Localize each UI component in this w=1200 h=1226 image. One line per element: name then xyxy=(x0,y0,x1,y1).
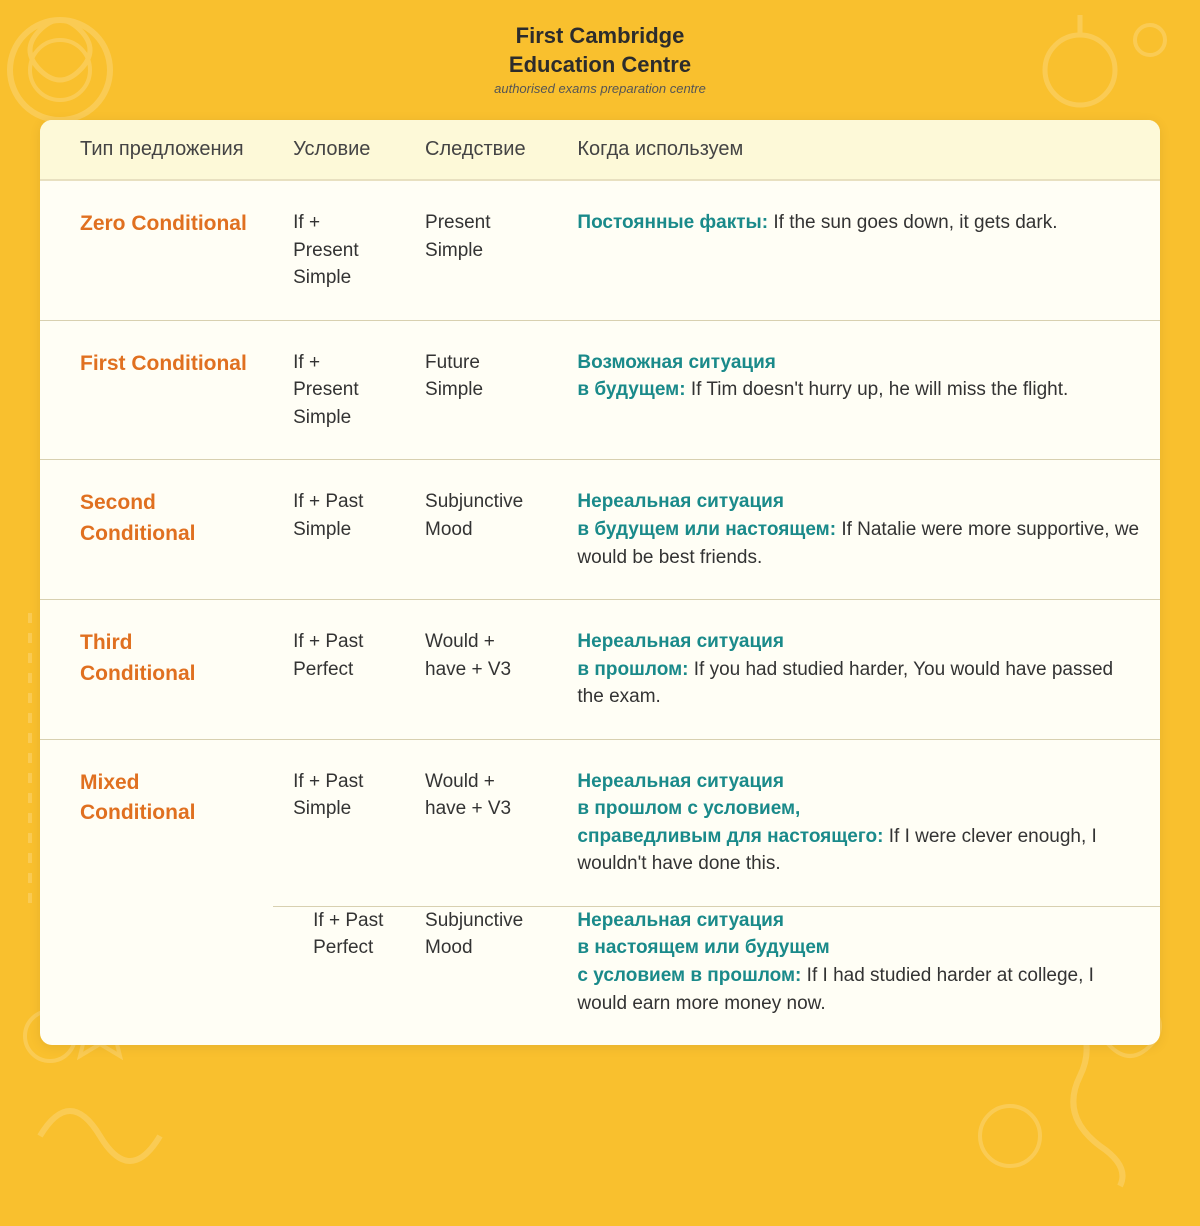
mixed-conditional-condition1: If + Past Simple xyxy=(273,739,405,906)
table-row: First Conditional If + Present Simple Fu… xyxy=(40,320,1160,460)
first-conditional-name: First Conditional xyxy=(40,320,273,460)
header-subtitle: authorised exams preparation centre xyxy=(20,81,1180,96)
page-header: First Cambridge Education Centre authori… xyxy=(0,0,1200,110)
table-header-row: Тип предложения Условие Следствие Когда … xyxy=(40,120,1160,180)
header-title: First Cambridge Education Centre xyxy=(20,22,1180,79)
main-table-container: Тип предложения Условие Следствие Когда … xyxy=(40,120,1160,1045)
third-conditional-usage: Нереальная ситуация в прошлом: If you ha… xyxy=(557,600,1160,740)
zero-conditional-result: Present Simple xyxy=(405,180,557,320)
col-header-usage: Когда используем xyxy=(557,120,1160,180)
col-header-result: Следствие xyxy=(405,120,557,180)
zero-conditional-name: Zero Conditional xyxy=(40,180,273,320)
mixed-conditional-result2: Subjunctive Mood xyxy=(405,906,557,1045)
conditionals-table: Тип предложения Условие Следствие Когда … xyxy=(40,120,1160,1045)
first-conditional-result: Future Simple xyxy=(405,320,557,460)
zero-conditional-usage: Постоянные факты: If the sun goes down, … xyxy=(557,180,1160,320)
table-row: Mixed Conditional If + Past Simple Would… xyxy=(40,739,1160,906)
col-header-type: Тип предложения xyxy=(40,120,273,180)
mixed-conditional-name: Mixed Conditional xyxy=(40,739,273,1045)
second-conditional-name: Second Conditional xyxy=(40,460,273,600)
mixed-conditional-usage1: Нереальная ситуация в прошлом с условием… xyxy=(557,739,1160,906)
table-row: Third Conditional If + Past Perfect Woul… xyxy=(40,600,1160,740)
mixed-conditional-result1: Would + have + V3 xyxy=(405,739,557,906)
third-conditional-condition: If + Past Perfect xyxy=(273,600,405,740)
first-conditional-condition: If + Present Simple xyxy=(273,320,405,460)
third-conditional-name: Third Conditional xyxy=(40,600,273,740)
second-conditional-result: Subjunctive Mood xyxy=(405,460,557,600)
mixed-conditional-usage2: Нереальная ситуация в настоящем или буду… xyxy=(557,906,1160,1045)
third-conditional-result: Would + have + V3 xyxy=(405,600,557,740)
second-conditional-usage: Нереальная ситуация в будущем или настоя… xyxy=(557,460,1160,600)
mixed-conditional-condition2: If + Past Perfect xyxy=(273,906,405,1045)
second-conditional-condition: If + Past Simple xyxy=(273,460,405,600)
table-row: Second Conditional If + Past Simple Subj… xyxy=(40,460,1160,600)
col-header-condition: Условие xyxy=(273,120,405,180)
table-row: Zero Conditional If + Present Simple Pre… xyxy=(40,180,1160,320)
zero-conditional-condition: If + Present Simple xyxy=(273,180,405,320)
first-conditional-usage: Возможная ситуация в будущем: If Tim doe… xyxy=(557,320,1160,460)
